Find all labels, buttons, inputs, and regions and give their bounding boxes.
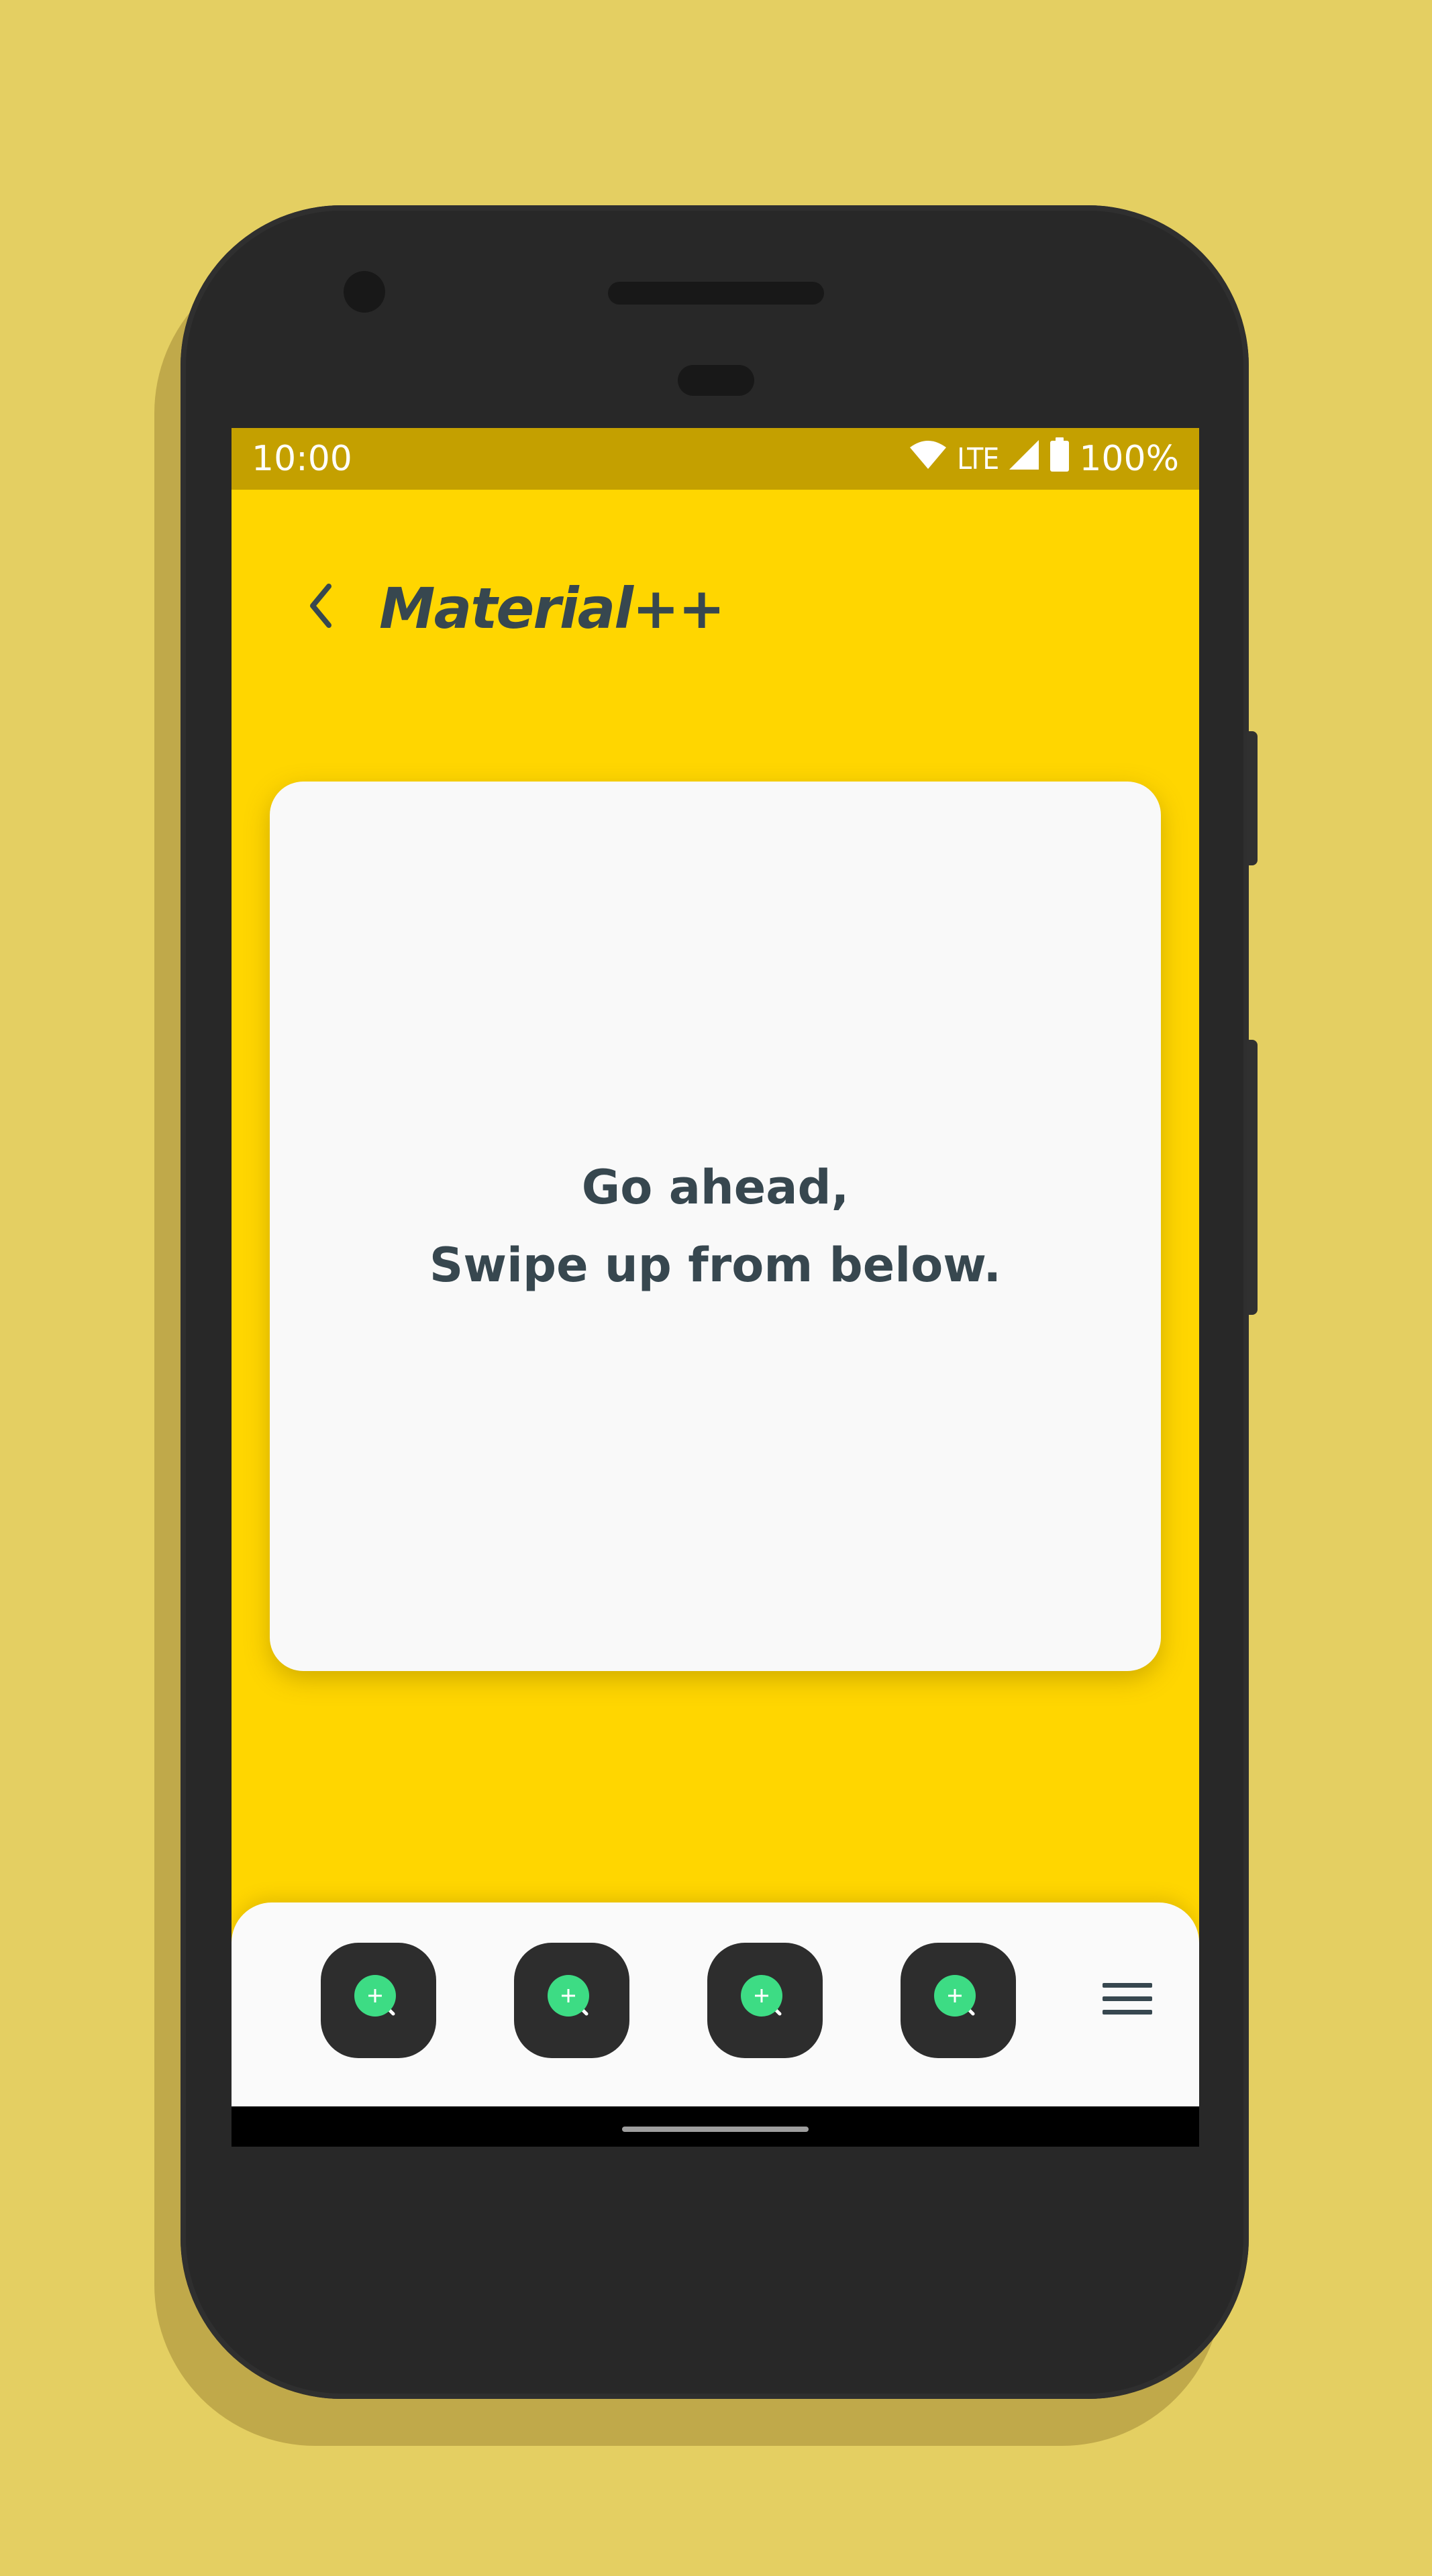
navigation-bar [232,2106,1199,2147]
menu-button[interactable] [1090,1970,1164,2031]
front-camera [344,271,385,313]
home-gesture-pill[interactable] [622,2127,809,2132]
bottom-dock[interactable] [232,1902,1199,2117]
card-line-1: Go ahead, [581,1160,850,1215]
add-search-icon [545,1972,599,2029]
battery-icon [1050,437,1070,481]
card-line-2: Swipe up from below. [429,1238,1002,1293]
dock-button-3[interactable] [707,1943,823,2058]
phone-screen: 10:00 LTE 100% Material++ Go ahead, Swip… [232,428,1199,2147]
add-search-icon [931,1972,985,2029]
cell-signal-icon [1008,439,1040,480]
battery-level: 100% [1079,439,1179,479]
add-search-icon [738,1972,792,2029]
hamburger-menu-icon [1103,1980,1152,2021]
add-search-icon [352,1972,405,2029]
volume-button [1247,1040,1258,1315]
dock-button-1[interactable] [321,1943,436,2058]
power-button [1247,731,1258,865]
status-bar: 10:00 LTE 100% [232,428,1199,490]
back-button[interactable] [291,577,351,637]
card-message: Go ahead, Swipe up from below. [429,1148,1001,1304]
wifi-icon [909,439,948,479]
app-showcase: 10:00 LTE 100% Material++ Go ahead, Swip… [0,0,1432,2576]
status-indicators: LTE 100% [909,437,1179,480]
app-title: Material++ [379,576,725,641]
status-time: 10:00 [252,439,352,479]
earpiece-speaker [608,282,824,305]
dock-button-2[interactable] [514,1943,629,2058]
network-type: LTE [957,441,999,476]
chevron-left-icon [306,582,336,632]
dock-button-4[interactable] [901,1943,1016,2058]
proximity-sensor [678,365,754,396]
app-bar: Material++ [232,562,1199,649]
message-card: Go ahead, Swipe up from below. [270,782,1161,1671]
